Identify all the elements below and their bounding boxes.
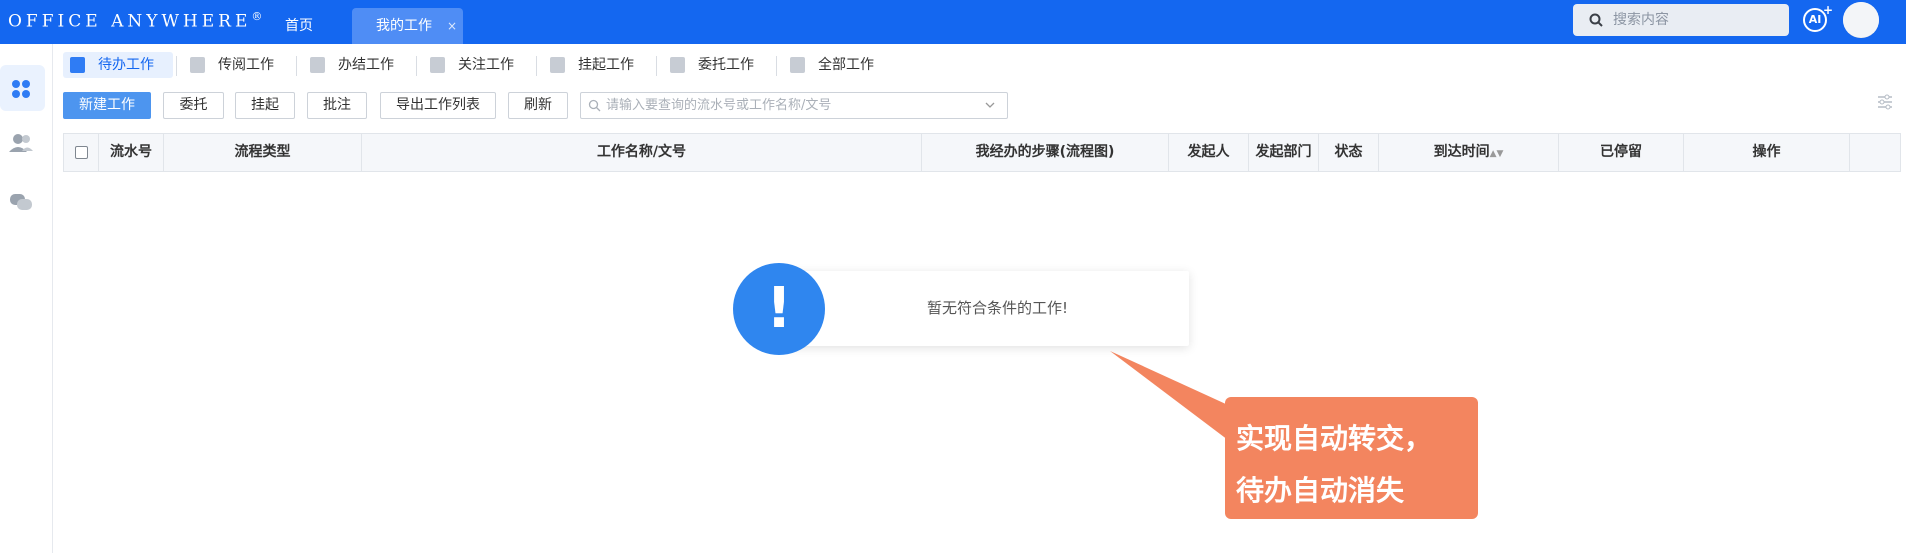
tab-divider [776,56,777,76]
tab-all-label: 全部工作 [818,57,874,73]
nav-tab-home[interactable]: 首页 [285,8,313,44]
search-placeholder: 搜索内容 [1613,12,1669,28]
column-header-department[interactable]: 发起部门 [1249,134,1319,171]
tab-circulate-label: 传阅工作 [218,57,274,73]
tab-suspended-label: 挂起工作 [578,57,634,73]
tab-followed[interactable]: 关注工作 [423,52,533,78]
bookmark-icon [430,57,445,73]
close-icon[interactable]: × [447,8,457,44]
apps-icon [12,80,30,98]
delegate-icon [670,57,685,73]
column-header-work-name[interactable]: 工作名称/文号 [362,134,922,171]
tab-done[interactable]: 办结工作 [303,52,413,78]
tab-delegated[interactable]: 委托工作 [663,52,773,78]
plus-icon: + [1822,3,1833,17]
select-all-cell [64,134,99,171]
rail-item-contacts[interactable] [0,122,45,168]
refresh-button[interactable]: 刷新 [508,92,568,119]
column-header-arrival-time[interactable]: 到达时间▲▼ [1379,134,1559,171]
ai-label: AI [1808,13,1822,26]
tab-divider [176,56,177,76]
left-rail [0,44,53,553]
done-icon [310,57,325,73]
query-placeholder: 请输入要查询的流水号或工作名称/文号 [606,98,832,113]
tab-circulate[interactable]: 传阅工作 [183,52,293,78]
work-query-input[interactable]: 请输入要查询的流水号或工作名称/文号 [580,92,1008,119]
tab-divider [296,56,297,76]
suspend-button[interactable]: 挂起 [235,92,295,119]
tab-delegated-label: 委托工作 [698,57,754,73]
nav-tab-my-work[interactable]: 我的工作 × [352,8,463,44]
column-header-serial[interactable]: 流水号 [99,134,164,171]
tab-todo[interactable]: 待办工作 [63,52,173,78]
sort-icon[interactable]: ▲▼ [1490,149,1504,159]
column-header-spacer [1850,134,1900,171]
new-work-button[interactable]: 新建工作 [63,92,151,119]
suspend-icon [550,57,565,73]
tab-all[interactable]: 全部工作 [783,52,893,78]
column-header-actions[interactable]: 操作 [1684,134,1850,171]
exclamation-icon: ! [733,263,825,355]
tab-divider [416,56,417,76]
rail-item-messages[interactable] [0,180,45,226]
callout-pointer [1110,351,1228,440]
arrival-time-label: 到达时间 [1433,144,1490,160]
tab-followed-label: 关注工作 [458,57,514,73]
column-header-stay[interactable]: 已停留 [1559,134,1684,171]
annotate-button[interactable]: 批注 [307,92,367,119]
rail-item-apps[interactable] [0,65,45,111]
column-header-flow-type[interactable]: 流程类型 [164,134,362,171]
tab-divider [536,56,537,76]
callout-line-2: 待办自动消失 [1236,474,1405,507]
column-header-status[interactable]: 状态 [1319,134,1379,171]
chat-icon [10,194,32,210]
search-icon [1589,13,1603,27]
table-header: 流水号 流程类型 工作名称/文号 我经办的步骤(流程图) 发起人 发起部门 状态… [63,133,1901,172]
logo-registered-mark: ® [251,10,263,23]
logo-text: Office Anywhere [8,11,252,32]
column-settings-icon[interactable] [1877,94,1893,110]
column-header-my-steps[interactable]: 我经办的步骤(流程图) [922,134,1169,171]
empty-message: 暂无符合条件的工作! [927,299,1069,317]
online-status-dot [1843,2,1879,38]
column-header-initiator[interactable]: 发起人 [1169,134,1249,171]
tab-divider [656,56,657,76]
nav-tab-my-work-label: 我的工作 [376,18,432,34]
select-all-checkbox[interactable] [75,146,88,159]
tab-suspended[interactable]: 挂起工作 [543,52,653,78]
todo-icon [70,57,85,73]
export-list-button[interactable]: 导出工作列表 [380,92,496,119]
tab-todo-label: 待办工作 [98,57,154,73]
ai-assistant-button[interactable]: AI + [1803,3,1833,32]
top-bar: Office Anywhere® 首页 我的工作 × 搜索内容 AI + [0,0,1906,44]
callout-line-1: 实现自动转交， [1236,422,1433,455]
circulate-icon [190,57,205,73]
chevron-down-icon[interactable] [985,93,995,118]
annotation-callout: 实现自动转交， 待办自动消失 [1225,397,1478,519]
search-icon [588,99,601,112]
app-logo[interactable]: Office Anywhere® [8,10,262,32]
tab-done-label: 办结工作 [338,57,394,73]
all-icon [790,57,805,73]
contacts-icon [9,134,33,152]
global-search-input[interactable]: 搜索内容 [1573,4,1789,36]
delegate-button[interactable]: 委托 [163,92,224,119]
